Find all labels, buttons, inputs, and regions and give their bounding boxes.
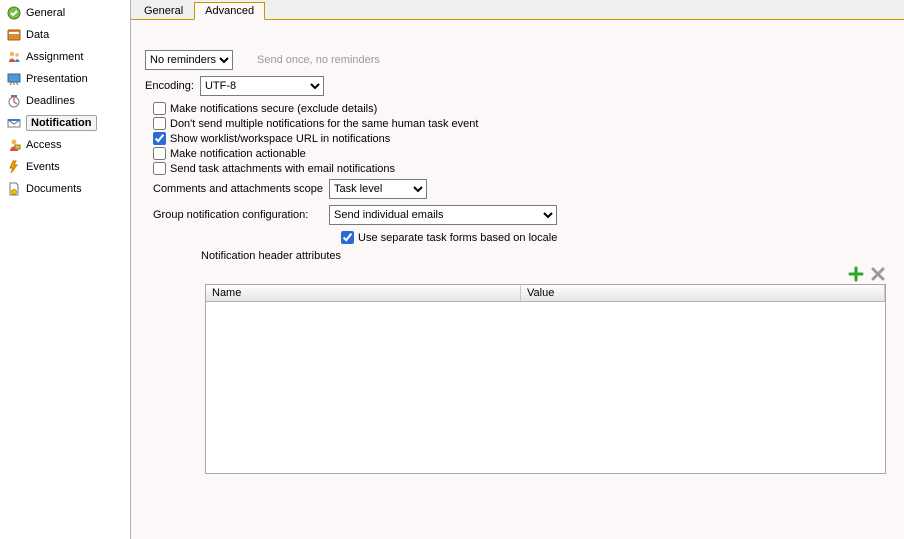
advanced-content: No reminders Send once, no reminders Enc… — [131, 20, 904, 539]
reminders-hint: Send once, no reminders — [257, 54, 380, 66]
deadlines-icon — [6, 93, 22, 109]
reminders-select[interactable]: No reminders — [145, 50, 233, 70]
sidebar-item-access[interactable]: Access — [0, 134, 130, 156]
general-icon — [6, 5, 22, 21]
assignment-icon — [6, 49, 22, 65]
presentation-icon — [6, 71, 22, 87]
actionable-checkbox[interactable] — [153, 147, 166, 160]
scope-label: Comments and attachments scope — [153, 183, 323, 195]
tab-bar: General Advanced — [131, 0, 904, 20]
sidebar-item-label: General — [26, 7, 65, 19]
sidebar-item-label: Assignment — [26, 51, 83, 63]
nodup-checkbox[interactable] — [153, 117, 166, 130]
events-icon — [6, 159, 22, 175]
data-icon — [6, 27, 22, 43]
header-attrs-table: Name Value — [205, 284, 886, 474]
table-header: Name Value — [206, 285, 885, 302]
access-icon — [6, 137, 22, 153]
sidebar-item-deadlines[interactable]: Deadlines — [0, 90, 130, 112]
sidebar-item-presentation[interactable]: Presentation — [0, 68, 130, 90]
sidebar-item-general[interactable]: General — [0, 2, 130, 24]
tab-general[interactable]: General — [133, 2, 194, 19]
attachments-checkbox[interactable] — [153, 162, 166, 175]
sidebar-item-data[interactable]: Data — [0, 24, 130, 46]
sidebar-item-label: Access — [26, 139, 61, 151]
col-value[interactable]: Value — [521, 285, 885, 301]
secure-label: Make notifications secure (exclude detai… — [170, 103, 377, 115]
main-panel: General Advanced No reminders Send once,… — [131, 0, 904, 539]
sidebar-item-notification[interactable]: Notification — [0, 112, 130, 134]
tab-advanced[interactable]: Advanced — [194, 2, 265, 20]
groupnotif-label: Group notification configuration: — [153, 209, 323, 221]
notification-icon — [6, 115, 22, 131]
sidebar-item-label: Notification — [26, 115, 97, 131]
sidebar-item-label: Events — [26, 161, 60, 173]
sidebar-item-assignment[interactable]: Assignment — [0, 46, 130, 68]
sidebar-item-label: Documents — [26, 183, 82, 195]
locale-label: Use separate task forms based on locale — [358, 232, 557, 244]
table-body[interactable] — [206, 302, 885, 472]
sidebar: General Data Assignment Presentation Dea… — [0, 0, 131, 539]
table-toolbar — [145, 266, 892, 284]
sidebar-item-label: Presentation — [26, 73, 88, 85]
secure-checkbox[interactable] — [153, 102, 166, 115]
documents-icon — [6, 181, 22, 197]
encoding-label: Encoding: — [145, 80, 194, 92]
locale-checkbox[interactable] — [341, 231, 354, 244]
col-name[interactable]: Name — [206, 285, 521, 301]
groupnotif-select[interactable]: Send individual emails — [329, 205, 557, 225]
showurl-checkbox[interactable] — [153, 132, 166, 145]
delete-icon[interactable] — [870, 266, 886, 282]
actionable-label: Make notification actionable — [170, 148, 306, 160]
header-attrs-label: Notification header attributes — [201, 250, 892, 262]
scope-select[interactable]: Task level — [329, 179, 427, 199]
nodup-label: Don't send multiple notifications for th… — [170, 118, 478, 130]
sidebar-item-label: Data — [26, 29, 49, 41]
encoding-select[interactable]: UTF-8 — [200, 76, 324, 96]
sidebar-item-events[interactable]: Events — [0, 156, 130, 178]
showurl-label: Show worklist/workspace URL in notificat… — [170, 133, 390, 145]
sidebar-item-label: Deadlines — [26, 95, 75, 107]
sidebar-item-documents[interactable]: Documents — [0, 178, 130, 200]
attachments-label: Send task attachments with email notific… — [170, 163, 395, 175]
add-icon[interactable] — [848, 266, 864, 282]
